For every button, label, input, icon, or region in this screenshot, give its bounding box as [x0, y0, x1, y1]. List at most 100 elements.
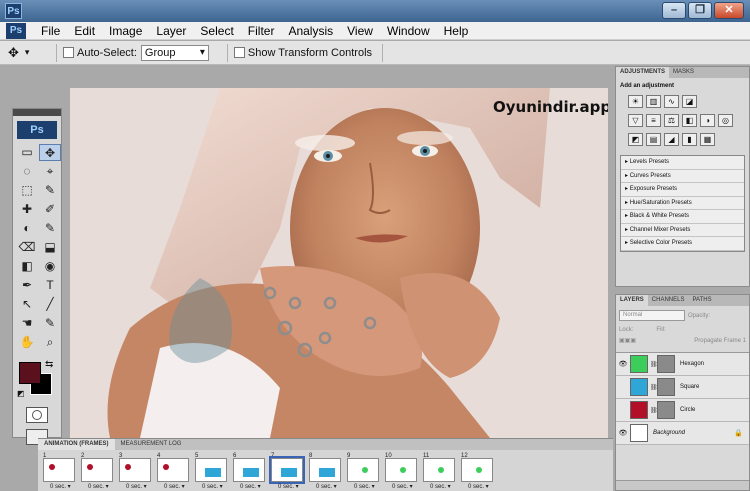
quick-mask-button[interactable] [26, 407, 48, 423]
move-tool-preset-picker[interactable]: ✥ ▾ [8, 43, 50, 63]
animation-frame[interactable]: 90 sec. ▾ [345, 452, 381, 490]
preset-levels[interactable]: Levels Presets [621, 156, 744, 170]
default-colors-icon[interactable]: ◩ [17, 389, 25, 398]
levels-icon[interactable]: ▥ [646, 95, 661, 108]
layer-row[interactable]: 👁 Background 🔒 [616, 422, 749, 445]
path-selection-tool-icon[interactable]: ↖ [16, 296, 38, 313]
threshold-icon[interactable]: ◢ [664, 133, 679, 146]
animation-frame[interactable]: 50 sec. ▾ [193, 452, 229, 490]
tab-measurement-log[interactable]: MEASUREMENT LOG [115, 439, 188, 450]
marquee-tool-icon[interactable]: ▭ [16, 144, 38, 161]
tab-masks[interactable]: MASKS [669, 67, 698, 78]
frame-delay[interactable]: 0 sec. ▾ [278, 483, 299, 490]
animation-frame[interactable]: 10 0 sec. ▾ [383, 452, 419, 490]
tab-channels[interactable]: CHANNELS [648, 295, 689, 306]
brightness-contrast-icon[interactable]: ☀ [628, 95, 643, 108]
menu-file[interactable]: File [34, 24, 67, 38]
healing-brush-tool-icon[interactable]: ✚ [16, 201, 38, 218]
tools-panel-grip[interactable] [13, 109, 61, 116]
curves-icon[interactable]: ∿ [664, 95, 679, 108]
eyedropper-tool-icon[interactable]: ✎ [39, 182, 61, 199]
vibrance-icon[interactable]: ▽ [628, 114, 643, 127]
tab-paths[interactable]: PATHS [688, 295, 715, 306]
clone-stamp-tool-icon[interactable]: ◐ [16, 220, 38, 237]
paint-bucket-tool-icon[interactable]: ⬓ [39, 239, 61, 256]
channel-mixer-icon[interactable]: ◎ [718, 114, 733, 127]
zoom-tool-icon[interactable]: ⌕ [39, 334, 61, 351]
quick-select-tool-icon[interactable]: ⌖ [39, 163, 61, 180]
tab-animation-frames[interactable]: ANIMATION (FRAMES) [38, 439, 115, 450]
blend-mode-dropdown[interactable]: Normal [619, 310, 685, 321]
swap-colors-icon[interactable]: ⇆ [45, 359, 53, 370]
pen-tool-icon[interactable]: ✒ [16, 277, 38, 294]
menu-select[interactable]: Select [193, 24, 240, 38]
exposure-icon[interactable]: ◪ [682, 95, 697, 108]
document-canvas[interactable]: Oyunindir.app [70, 88, 608, 438]
frame-delay[interactable]: 0 sec. ▾ [316, 483, 337, 490]
menu-window[interactable]: Window [380, 24, 437, 38]
line-tool-icon[interactable]: ╱ [39, 296, 61, 313]
color-sampler-tool-icon[interactable]: ✎ [39, 315, 61, 332]
layer-row[interactable]: 👁 ⛓ Hexagon [616, 353, 749, 376]
animation-frame[interactable]: 80 sec. ▾ [307, 452, 343, 490]
frame-delay[interactable]: 0 sec. ▾ [468, 483, 489, 490]
animation-frame[interactable]: 30 sec. ▾ [117, 452, 153, 490]
visibility-eye-icon[interactable]: 👁 [618, 360, 628, 368]
selective-color-icon[interactable]: ▦ [700, 133, 715, 146]
animation-frame[interactable]: 10 sec. ▾ [41, 452, 77, 490]
frame-delay[interactable]: 0 sec. ▾ [50, 483, 71, 490]
frame-delay[interactable]: 0 sec. ▾ [164, 483, 185, 490]
animation-frame[interactable]: 11 0 sec. ▾ [421, 452, 457, 490]
preset-channel-mixer[interactable]: Channel Mixer Presets [621, 224, 744, 237]
menu-layer[interactable]: Layer [149, 24, 193, 38]
menu-view[interactable]: View [340, 24, 380, 38]
menu-help[interactable]: Help [437, 24, 476, 38]
menu-edit[interactable]: Edit [67, 24, 102, 38]
blur-tool-icon[interactable]: ◧ [16, 258, 38, 275]
eraser-tool-icon[interactable]: ⌫ [16, 239, 38, 256]
frame-delay[interactable]: 0 sec. ▾ [392, 483, 413, 490]
frame-delay[interactable]: 0 sec. ▾ [240, 483, 261, 490]
animation-frame[interactable]: 20 sec. ▾ [79, 452, 115, 490]
brush-tool-icon[interactable]: ✐ [39, 201, 61, 218]
history-brush-tool-icon[interactable]: ✎ [39, 220, 61, 237]
layer-row[interactable]: ⛓ Square [616, 376, 749, 399]
crop-tool-icon[interactable]: ⬚ [16, 182, 38, 199]
invert-icon[interactable]: ◩ [628, 133, 643, 146]
minimize-button[interactable]: – [662, 2, 686, 19]
posterize-icon[interactable]: ▤ [646, 133, 661, 146]
frame-delay[interactable]: 0 sec. ▾ [126, 483, 147, 490]
show-transform-controls-checkbox[interactable] [233, 47, 245, 58]
preset-curves[interactable]: Curves Presets [621, 170, 744, 183]
preset-selective-color[interactable]: Selective Color Presets [621, 237, 744, 251]
animation-frame[interactable]: 40 sec. ▾ [155, 452, 191, 490]
preset-hue-saturation[interactable]: Hue/Saturation Presets [621, 197, 744, 210]
animation-frame[interactable]: 12 0 sec. ▾ [459, 452, 495, 490]
notes-tool-icon[interactable]: ☚ [16, 315, 38, 332]
hue-saturation-icon[interactable]: ≡ [646, 114, 661, 127]
type-tool-icon[interactable]: T [39, 277, 61, 294]
menu-analysis[interactable]: Analysis [281, 24, 340, 38]
photo-filter-icon[interactable]: ◑ [700, 114, 715, 127]
move-tool-icon[interactable]: ✥ [39, 144, 61, 161]
frame-delay[interactable]: 0 sec. ▾ [202, 483, 223, 490]
frame-delay[interactable]: 0 sec. ▾ [354, 483, 375, 490]
tab-layers[interactable]: LAYERS [616, 295, 648, 306]
auto-select-dropdown[interactable]: Group [140, 44, 209, 61]
dodge-tool-icon[interactable]: ◉ [39, 258, 61, 275]
color-balance-icon[interactable]: ⚖ [664, 114, 679, 127]
hand-tool-icon[interactable]: ✋ [16, 334, 38, 351]
restore-button[interactable]: ❐ [688, 2, 712, 19]
animation-frame[interactable]: 70 sec. ▾ [269, 452, 305, 490]
visibility-eye-icon[interactable]: 👁 [618, 429, 628, 437]
preset-exposure[interactable]: Exposure Presets [621, 183, 744, 197]
layer-row[interactable]: ⛓ Circle [616, 399, 749, 422]
menu-image[interactable]: Image [102, 24, 149, 38]
animation-frame[interactable]: 60 sec. ▾ [231, 452, 267, 490]
close-button[interactable]: ✕ [714, 2, 744, 19]
tab-adjustments[interactable]: ADJUSTMENTS [616, 67, 670, 78]
gradient-map-icon[interactable]: ▮ [682, 133, 697, 146]
frame-delay[interactable]: 0 sec. ▾ [88, 483, 109, 490]
propagate-frame-label[interactable]: Propagate Frame 1 [694, 338, 746, 344]
auto-select-checkbox[interactable] [63, 47, 74, 58]
